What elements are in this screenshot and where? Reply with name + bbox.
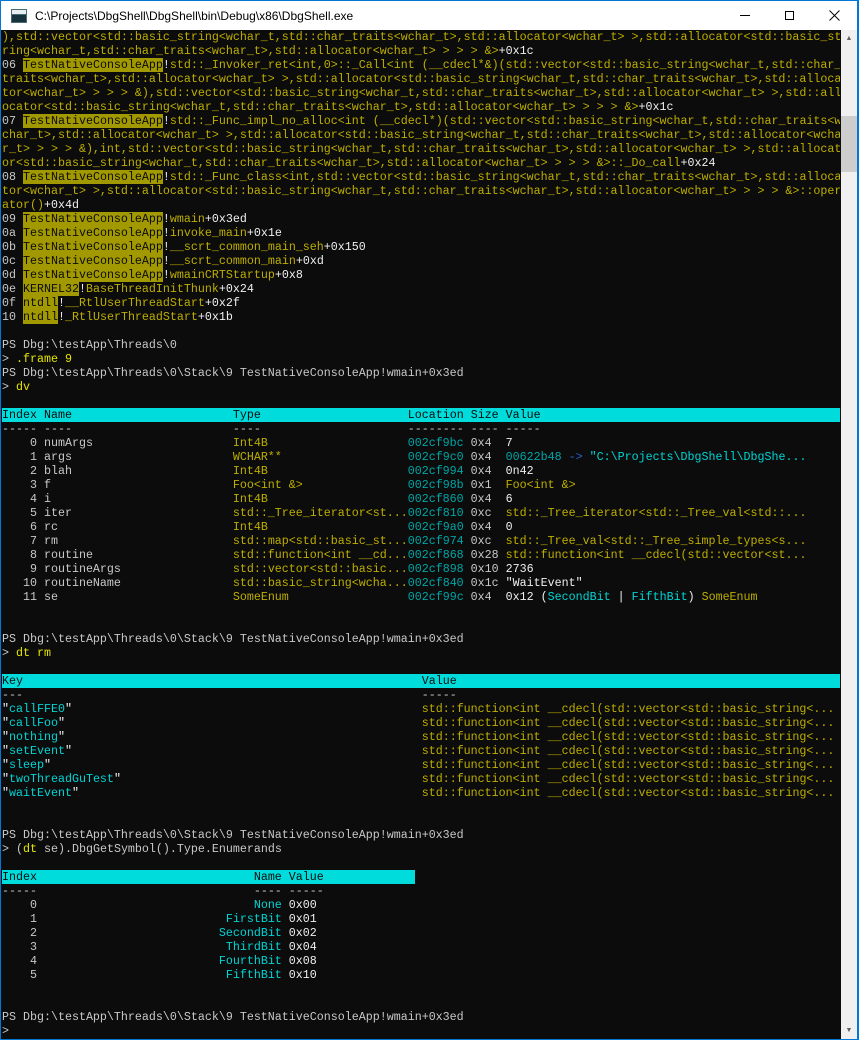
- console-line: "callFoo" std::function<int __cdecl(std:…: [2, 716, 835, 730]
- console-line: 9 routineArgs std::vector<std::basic...0…: [2, 562, 534, 576]
- console-line: "setEvent" std::function<int __cdecl(std…: [2, 744, 835, 758]
- console-line: 5 FifthBit 0x10: [2, 968, 317, 982]
- console-line: > dv: [2, 380, 30, 394]
- scrollbar-thumb[interactable]: [841, 116, 857, 172]
- title-bar: C:\Projects\DbgShell\DbgShell\bin\Debug\…: [1, 1, 857, 30]
- console-line: 3 f Foo<int &> 002cf98b 0x1 Foo<int &>: [2, 478, 576, 492]
- console-line: r_t> > > > &),int,std::vector<std::basic…: [2, 142, 840, 156]
- console-line: ator()+0x4d: [2, 198, 79, 212]
- console-output: ),std::vector<std::basic_string<wchar_t,…: [1, 30, 840, 1039]
- console-line: PS Dbg:\testApp\Threads\0\Stack\9 TestNa…: [2, 828, 464, 842]
- console-line: 0e KERNEL32!BaseThreadInitThunk+0x24: [2, 282, 254, 296]
- console-line: 06 TestNativeConsoleApp!std::_Invoker_re…: [2, 58, 840, 72]
- console-line: "callFFE0" std::function<int __cdecl(std…: [2, 702, 835, 716]
- maximize-button[interactable]: [767, 1, 812, 30]
- console-line: "sleep" std::function<int __cdecl(std::v…: [2, 758, 835, 772]
- console-line: "nothing" std::function<int __cdecl(std:…: [2, 730, 835, 744]
- console-line: 07 TestNativeConsoleApp!std::_Func_impl_…: [2, 114, 840, 128]
- console-line: Index Name Type Location Size Value: [2, 408, 840, 422]
- console-line: > dt rm: [2, 646, 51, 660]
- console-app-icon: [11, 8, 27, 23]
- close-button[interactable]: [812, 1, 857, 30]
- scrollbar-down-arrow-icon[interactable]: ▼: [841, 1022, 857, 1039]
- console-line: 1 args WCHAR** 002cf9c0 0x4 00622b48 -> …: [2, 450, 807, 464]
- window-title: C:\Projects\DbgShell\DbgShell\bin\Debug\…: [35, 8, 354, 23]
- maximize-icon: [785, 11, 794, 20]
- minimize-button[interactable]: [722, 1, 767, 30]
- console-line: traits<wchar_t>,std::allocator<wchar_t> …: [2, 72, 840, 86]
- console-line: > .frame 9: [2, 352, 72, 366]
- console-line: 3 ThirdBit 0x04: [2, 940, 317, 954]
- console-line: tor<wchar_t> > > > &),std::vector<std::b…: [2, 86, 840, 100]
- console-line: 11 se SomeEnum 002cf99c 0x4 0x12 (Second…: [2, 590, 758, 604]
- console-line: "waitEvent" std::function<int __cdecl(st…: [2, 786, 835, 800]
- console-line: PS Dbg:\testApp\Threads\0\Stack\9 TestNa…: [2, 366, 464, 380]
- console-line: 10 routineName std::basic_string<wcha...…: [2, 576, 583, 590]
- console-line: --- -----: [2, 688, 457, 702]
- console-line: 8 routine std::function<int __cd...002cf…: [2, 548, 807, 562]
- console-line: Key Value: [2, 674, 840, 688]
- console-line: ocator<std::basic_string<wchar_t,std::ch…: [2, 100, 674, 114]
- minimize-icon: [739, 15, 750, 16]
- console-line: 2 SecondBit 0x02: [2, 926, 317, 940]
- console-line: ----- ---- -----: [2, 884, 324, 898]
- console-line: PS Dbg:\testApp\Threads\0\Stack\9 TestNa…: [2, 1010, 464, 1024]
- console-line: char_t>,std::allocator<wchar_t> >,std::a…: [2, 128, 840, 142]
- console-line: 4 FourthBit 0x08: [2, 954, 317, 968]
- console-line: 6 rc Int4B 002cf9a0 0x4 0: [2, 520, 513, 534]
- console-line: ring<wchar_t,std::char_traits<wchar_t>,s…: [2, 44, 534, 58]
- console-line: 7 rm std::map<std::basic_st...002cf974 0…: [2, 534, 807, 548]
- console-line: 08 TestNativeConsoleApp!std::_Func_class…: [2, 170, 840, 184]
- console-line: 09 TestNativeConsoleApp!wmain+0x3ed: [2, 212, 247, 226]
- vertical-scrollbar[interactable]: ▲ ▼: [841, 30, 857, 1039]
- console-line: 0 None 0x00: [2, 898, 317, 912]
- console-line: 1 FirstBit 0x01: [2, 912, 317, 926]
- console-line: 0d TestNativeConsoleApp!wmainCRTStartup+…: [2, 268, 303, 282]
- console-line: 0f ntdll!__RtlUserThreadStart+0x2f: [2, 296, 240, 310]
- close-icon: [829, 10, 840, 21]
- window-controls: [722, 1, 857, 30]
- console-line: > (dt se).DbgGetSymbol().Type.Enumerands: [2, 842, 282, 856]
- console-line: or<std::basic_string<wchar_t,std::char_t…: [2, 156, 716, 170]
- scrollbar-up-arrow-icon[interactable]: ▲: [841, 30, 857, 47]
- console-line: ),std::vector<std::basic_string<wchar_t,…: [2, 30, 840, 44]
- console-line: 0a TestNativeConsoleApp!invoke_main+0x1e: [2, 226, 282, 240]
- console-line: ----- ---- ---- -------- ---- -----: [2, 422, 541, 436]
- console-line: 4 i Int4B 002cf860 0x4 6: [2, 492, 513, 506]
- console-line: 5 iter std::_Tree_iterator<st...002cf810…: [2, 506, 807, 520]
- console-line: PS Dbg:\testApp\Threads\0\Stack\9 TestNa…: [2, 632, 464, 646]
- console-line: Index Name Value: [2, 870, 415, 884]
- dbgshell-console-window: C:\Projects\DbgShell\DbgShell\bin\Debug\…: [0, 0, 859, 1040]
- console-line: >: [2, 1024, 9, 1038]
- console-line: PS Dbg:\testApp\Threads\0: [2, 338, 177, 352]
- console-line: 2 blah Int4B 002cf994 0x4 0n42: [2, 464, 534, 478]
- console-line: 0c TestNativeConsoleApp!__scrt_common_ma…: [2, 254, 324, 268]
- console-line: tor<wchar_t> >,std::allocator<std::basic…: [2, 184, 840, 198]
- console-line: 0b TestNativeConsoleApp!__scrt_common_ma…: [2, 240, 366, 254]
- console-line: 10 ntdll!_RtlUserThreadStart+0x1b: [2, 310, 233, 324]
- console-line: "twoThreadGuTest" std::function<int __cd…: [2, 772, 835, 786]
- console-line: 0 numArgs Int4B 002cf9bc 0x4 7: [2, 436, 513, 450]
